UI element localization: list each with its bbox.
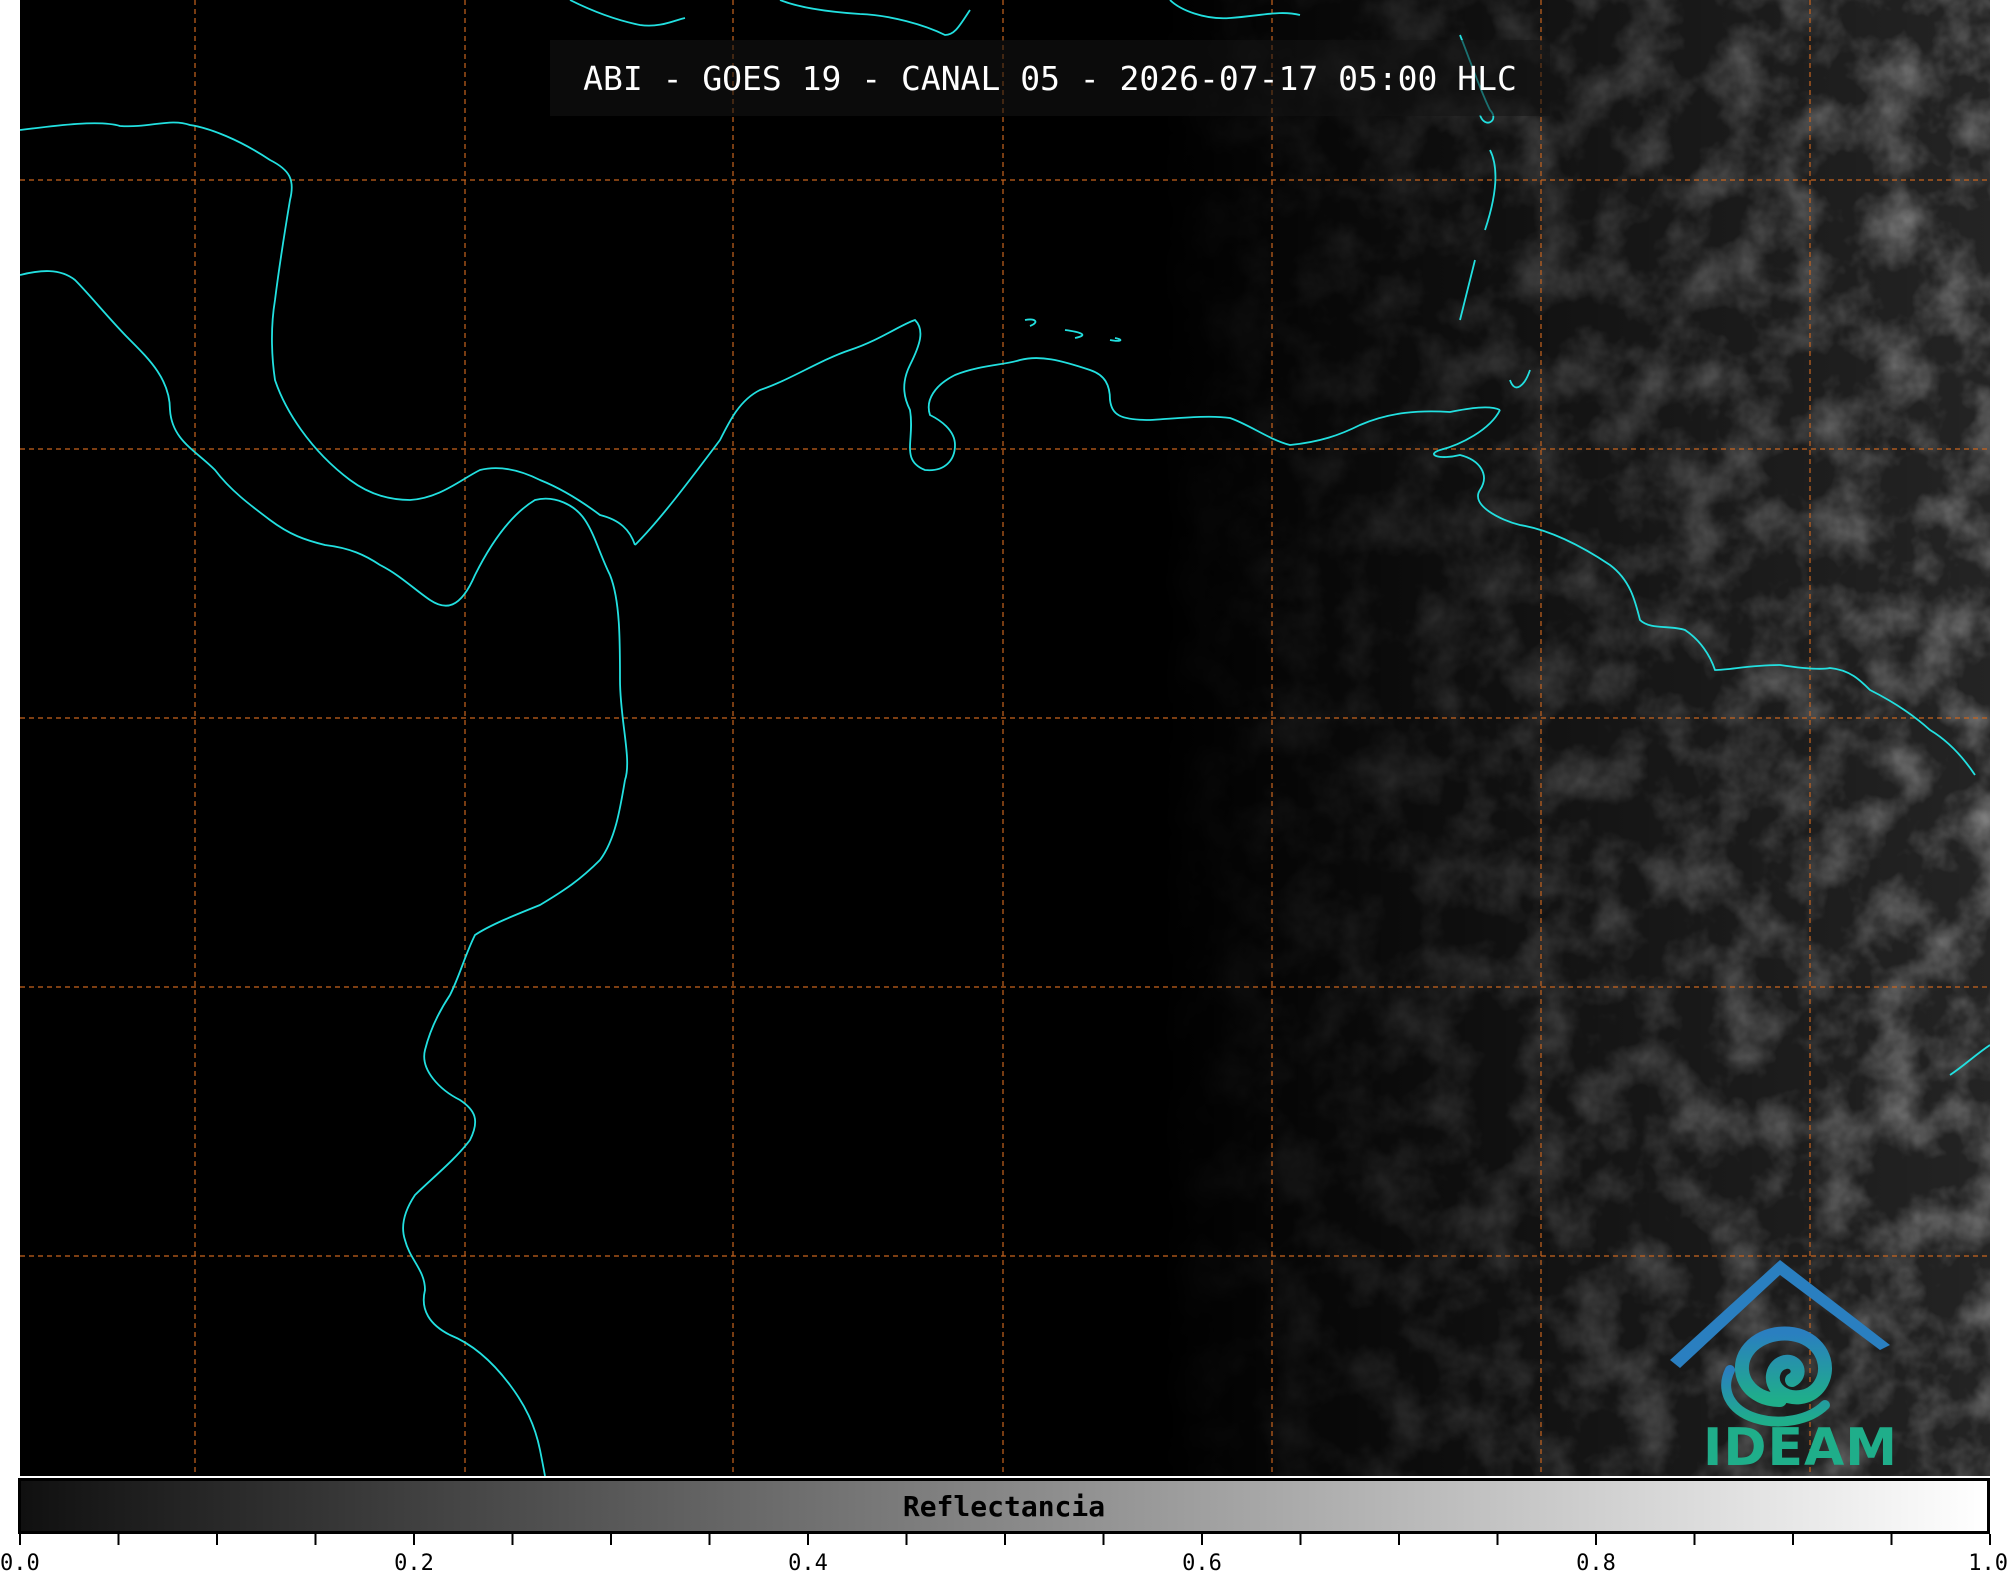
colorbar-ticks: 0.0 0.2 0.4 0.6 0.8 1.0 xyxy=(0,1534,2008,1576)
satellite-map: ABI - GOES 19 - CANAL 05 - 2026-07-17 05… xyxy=(20,0,1990,1476)
colorbar-label: Reflectancia xyxy=(902,1489,1106,1523)
colorbar-tick-label: 1.0 xyxy=(1968,1551,2008,1576)
colorbar-axis: 0.0 0.2 0.4 0.6 0.8 1.0 xyxy=(0,1534,2008,1576)
colorbar-tick-label: 0.4 xyxy=(788,1551,828,1576)
map-title: ABI - GOES 19 - CANAL 05 - 2026-07-17 05… xyxy=(583,58,1517,98)
colorbar-tick-label: 0.8 xyxy=(1576,1551,1616,1576)
colorbar-tick-label: 0.0 xyxy=(0,1551,40,1576)
colorbar-tick-label: 0.2 xyxy=(394,1551,434,1576)
colorbar: Reflectancia xyxy=(18,1478,1990,1534)
colorbar-tick-label: 0.6 xyxy=(1182,1551,1222,1576)
logo-wordmark: IDEAM xyxy=(1703,1418,1899,1476)
title-banner: ABI - GOES 19 - CANAL 05 - 2026-07-17 05… xyxy=(550,40,1550,116)
